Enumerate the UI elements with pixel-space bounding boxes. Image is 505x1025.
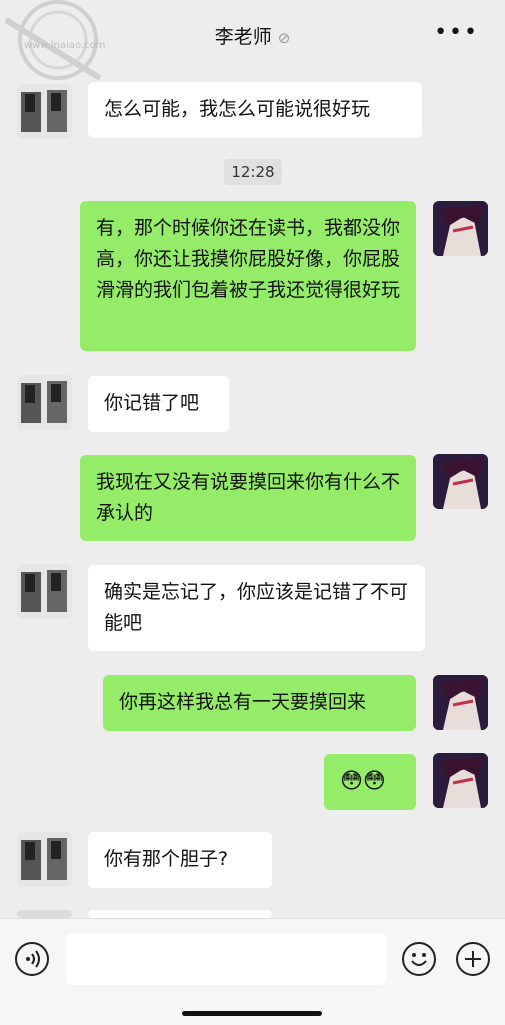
message-bubble[interactable]: 你再这样我总有一天要摸回来 bbox=[103, 675, 416, 731]
contact-avatar[interactable] bbox=[17, 564, 72, 619]
plus-icon bbox=[465, 951, 481, 967]
message-bubble[interactable]: 怎么可能，我怎么可能说很好玩 bbox=[88, 82, 422, 138]
message-bubble[interactable]: 确实是忘记了，你应该是记错了不可能吧 bbox=[88, 565, 425, 651]
chat-header: www.lnaiao.com 李老师 ⊘ ••• bbox=[0, 0, 505, 81]
emoji-button[interactable] bbox=[402, 942, 436, 976]
message-timestamp: 12:28 bbox=[224, 159, 282, 185]
contact-avatar[interactable] bbox=[17, 832, 72, 887]
message-bubble-partial bbox=[88, 910, 272, 918]
user-avatar[interactable] bbox=[433, 753, 488, 808]
contact-avatar[interactable] bbox=[17, 84, 72, 139]
chat-title: 李老师 ⊘ bbox=[214, 26, 291, 48]
home-indicator bbox=[182, 1011, 322, 1016]
voice-icon bbox=[26, 950, 40, 968]
mute-icon: ⊘ bbox=[277, 29, 291, 47]
message-bubble[interactable]: 有，那个时候你还在读书，我都没你高，你还让我摸你屁股好像，你屁股滑滑的我们包着被… bbox=[80, 201, 416, 351]
contact-avatar[interactable] bbox=[17, 375, 72, 430]
user-avatar[interactable] bbox=[433, 675, 488, 730]
more-functions-button[interactable] bbox=[456, 942, 490, 976]
message-bubble[interactable]: 你有那个胆子? bbox=[88, 832, 272, 888]
smiley-icon bbox=[411, 953, 427, 966]
user-avatar[interactable] bbox=[433, 454, 488, 509]
message-bubble[interactable]: 我现在又没有说要摸回来你有什么不承认的 bbox=[80, 455, 416, 541]
voice-input-button[interactable] bbox=[15, 942, 49, 976]
user-avatar[interactable] bbox=[433, 201, 488, 256]
input-bar bbox=[0, 918, 505, 1025]
message-bubble[interactable]: 你记错了吧 bbox=[88, 376, 229, 432]
message-input[interactable] bbox=[66, 933, 386, 985]
message-bubble[interactable]: 😳😳 bbox=[324, 754, 416, 810]
contact-avatar bbox=[17, 910, 72, 918]
more-options-button[interactable]: ••• bbox=[434, 20, 479, 45]
